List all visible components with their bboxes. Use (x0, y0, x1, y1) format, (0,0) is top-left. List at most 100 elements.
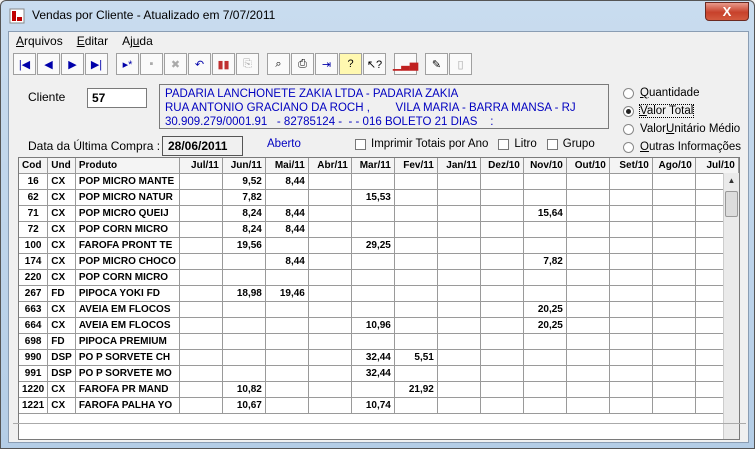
undo-button[interactable]: ↶ (188, 53, 211, 75)
next-record-button[interactable]: ▶ (61, 53, 84, 75)
table-row[interactable]: 220 CX POP CORN MICRO (19, 269, 739, 286)
table-row[interactable]: 991 DSP PO P SORVETE MO 32,44 (19, 365, 739, 382)
cell-value (308, 365, 352, 382)
cell-code: 991 (19, 365, 49, 382)
menu-bar: Arquivos Editar Ajuda (9, 32, 748, 50)
cell-value (351, 221, 395, 238)
column-header[interactable]: Jan/11 (437, 158, 481, 174)
cell-value (566, 189, 610, 206)
app-icon (9, 8, 25, 24)
cell-value (609, 365, 653, 382)
first-record-button[interactable]: |◀ (13, 53, 36, 75)
whats-this-button[interactable]: ↖? (363, 53, 386, 75)
cell-value (652, 365, 696, 382)
table-row[interactable]: 72 CX POP CORN MICRO 8,24 8,44 (19, 221, 739, 238)
export-button[interactable]: ⇥ (315, 53, 338, 75)
sales-grid[interactable]: Cod Und Produto Jul/11 Jun/11 Mai/11 Abr/11 Mar… (18, 157, 740, 440)
cell-value (480, 317, 524, 334)
cell-product: AVEIA EM FLOCOS (75, 317, 180, 334)
notes-button[interactable]: ✎ (425, 53, 448, 75)
table-row[interactable]: 663 CX AVEIA EM FLOCOS 20,25 (19, 301, 739, 318)
option-outras-informacoes[interactable]: Outras Informações (623, 138, 741, 156)
menu-arquivos[interactable]: Arquivos (9, 32, 70, 50)
column-header[interactable]: Out/10 (566, 158, 610, 174)
cell-value (437, 189, 481, 206)
cell-value (480, 381, 524, 398)
cell-value: 5,51 (394, 349, 438, 366)
cell-value (437, 269, 481, 286)
column-header[interactable]: Mai/11 (265, 158, 309, 174)
books-button[interactable]: ▮▮ (212, 53, 235, 75)
close-button[interactable]: X (705, 2, 749, 21)
cell-value (609, 301, 653, 318)
column-header[interactable]: Cod (19, 158, 49, 174)
table-row[interactable]: 100 CX FAROFA PRONT TE 19,56 29,25 (19, 237, 739, 254)
cell-value (265, 349, 309, 366)
table-row[interactable]: 62 CX POP MICRO NATUR 7,82 15,53 (19, 189, 739, 206)
column-header[interactable]: Jun/11 (222, 158, 266, 174)
help-button[interactable]: ? (339, 53, 362, 75)
cell-value (523, 333, 567, 350)
option-valor-unitario[interactable]: Valor Unitário Médio (623, 120, 741, 138)
cell-value (652, 237, 696, 254)
client-code-input[interactable]: 57 (87, 88, 147, 108)
cell-value (394, 253, 438, 270)
print-button[interactable]: ⎙ (291, 53, 314, 75)
new-record-button[interactable]: ▸* (116, 53, 139, 75)
table-row[interactable]: 990 DSP PO P SORVETE CH 32,44 5,51 (19, 349, 739, 366)
menu-editar[interactable]: Editar (70, 32, 115, 50)
checkbox-litro[interactable] (498, 138, 510, 150)
table-row[interactable]: 1221 CX FAROFA PALHA YO 10,67 10,74 (19, 397, 739, 414)
checkbox-grupo[interactable] (546, 138, 558, 150)
blank-button[interactable]: ▯ (449, 53, 472, 75)
radio-icon (623, 141, 634, 153)
cell-value (609, 381, 653, 398)
cell-unit: CX (47, 205, 76, 222)
column-header[interactable]: Nov/10 (523, 158, 567, 174)
column-header[interactable]: Produto (75, 158, 180, 174)
cell-value (351, 381, 395, 398)
table-row[interactable]: 1220 CX FAROFA PR MAND 10,82 21,92 (19, 381, 739, 398)
copy-button[interactable]: ⎘ (236, 53, 259, 75)
delete-button[interactable]: ✖ (164, 53, 187, 75)
column-header[interactable]: Jul/11 (179, 158, 223, 174)
last-record-button[interactable]: ▶| (85, 53, 108, 75)
column-header[interactable]: Dez/10 (480, 158, 524, 174)
cell-value (609, 397, 653, 414)
cell-value (523, 365, 567, 382)
scroll-thumb[interactable] (725, 191, 738, 217)
cell-value (394, 285, 438, 302)
column-header[interactable]: Jul/10 (695, 158, 739, 174)
column-header[interactable]: Abr/11 (308, 158, 352, 174)
cell-value (351, 269, 395, 286)
option-quantidade[interactable]: Quantidade (623, 84, 741, 102)
column-header[interactable]: Und (47, 158, 76, 174)
cell-product: POP MICRO NATUR (75, 189, 180, 206)
previous-record-button[interactable]: ◀ (37, 53, 60, 75)
checkbox-totais[interactable] (355, 138, 366, 150)
cell-product: FAROFA PRONT TE (75, 237, 180, 254)
column-header[interactable]: Set/10 (609, 158, 653, 174)
toolbar: |◀ ◀ ▶ ▶| ▸* ▪ ✖ ↶ ▮▮ ⎘ ⌕ ⎙ ⇥ ? ↖? ▁▃▅ ✎… (13, 52, 473, 76)
table-row[interactable]: 174 CX POP MICRO CHOCO 8,44 7,82 (19, 253, 739, 270)
option-valor-total[interactable]: Valor Total (623, 102, 741, 120)
address-line-3: 30.909.279/0001.91 - 82785124 - - - 016 … (165, 116, 494, 128)
cell-value (351, 205, 395, 222)
vertical-scrollbar[interactable]: ▲ (723, 173, 739, 439)
table-row[interactable]: 267 FD PIPOCA YOKI FD 18,98 19,46 (19, 285, 739, 302)
cell-product: PIPOCA PREMIUM (75, 333, 180, 350)
table-row[interactable]: 16 CX POP MICRO MANTE 9,52 8,44 (19, 173, 739, 190)
table-row[interactable]: 698 FD PIPOCA PREMIUM (19, 333, 739, 350)
find-button[interactable]: ⌕ (267, 53, 290, 75)
cell-value (652, 253, 696, 270)
column-header[interactable]: Mar/11 (351, 158, 395, 174)
table-row[interactable]: 664 CX AVEIA EM FLOCOS 10,96 20,25 (19, 317, 739, 334)
menu-ajuda[interactable]: Ajuda (115, 32, 160, 50)
column-header[interactable]: Fev/11 (394, 158, 438, 174)
client-label: Cliente (28, 90, 66, 104)
save-button[interactable]: ▪ (140, 53, 163, 75)
column-header[interactable]: Ago/10 (652, 158, 696, 174)
table-row[interactable]: 71 CX POP MICRO QUEIJ 8,24 8,44 15,64 (19, 205, 739, 222)
chart-button[interactable]: ▁▃▅ (393, 53, 418, 75)
scroll-up-icon[interactable]: ▲ (724, 173, 739, 189)
